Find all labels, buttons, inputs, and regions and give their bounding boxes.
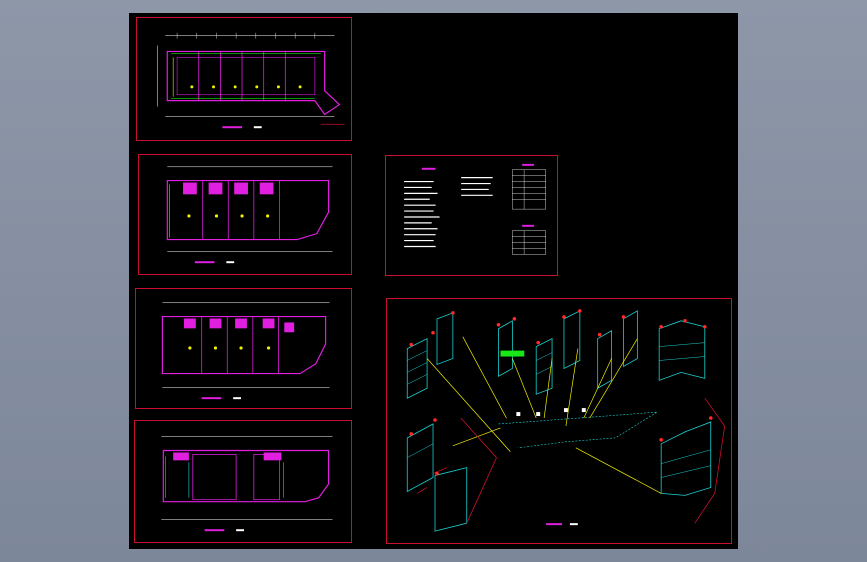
cad-model-space[interactable] — [129, 13, 738, 549]
isometric-system-sheet[interactable] — [386, 298, 732, 544]
floor-plan-drawing — [161, 436, 333, 532]
floor-plan-sheet-4[interactable] — [134, 420, 352, 543]
isometric-system-drawing — [406, 309, 726, 532]
floor-plan-drawing — [166, 166, 333, 264]
floor-plan-drawing — [161, 302, 330, 400]
floor-plan-drawing — [157, 32, 345, 129]
floor-plan-sheet-1[interactable] — [136, 17, 352, 141]
design-notes-drawing — [404, 163, 546, 255]
design-notes-sheet[interactable] — [385, 155, 558, 276]
floor-plan-sheet-2[interactable] — [138, 154, 352, 275]
floor-plan-sheet-3[interactable] — [135, 288, 352, 409]
